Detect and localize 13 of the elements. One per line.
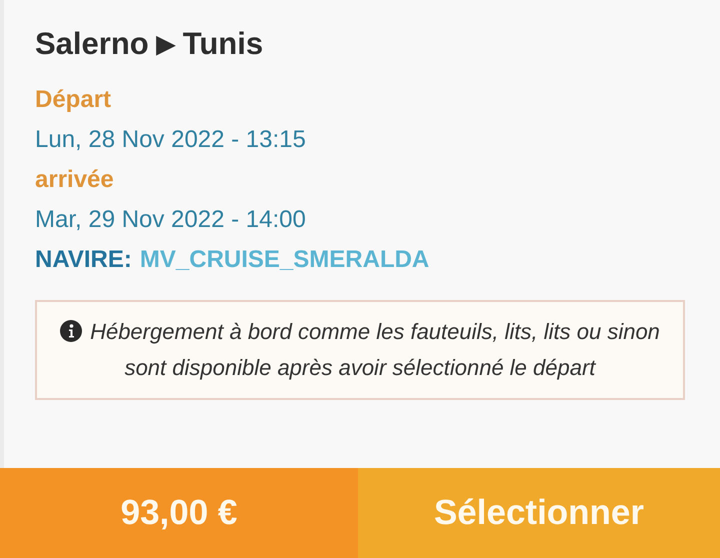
notice-text: Hébergement à bord comme les fauteuils, lits, lits ou sinon sont disponible après avoir sélectionné le départ [35,300,685,400]
price-label: 93,00 € [0,468,358,558]
vessel-label: NAVIRE: [35,245,132,275]
route-arrow: ▶ [156,30,175,58]
schedule-datetime: Mar, 29 Nov 2022 - 14:00 [35,205,307,235]
schedule-datetime: Lun, 28 Nov 2022 - 13:15 [35,125,307,155]
origin-city: Salerno [35,26,149,62]
destination-city: Tunis [182,26,264,62]
info-icon [60,320,82,342]
schedule-label: Départ [35,85,112,115]
vessel-name: MV_CRUISE_SMERALDA [140,245,430,275]
select-button[interactable]: Sélectionner [358,468,720,558]
schedule-label: arrivée [35,165,115,195]
